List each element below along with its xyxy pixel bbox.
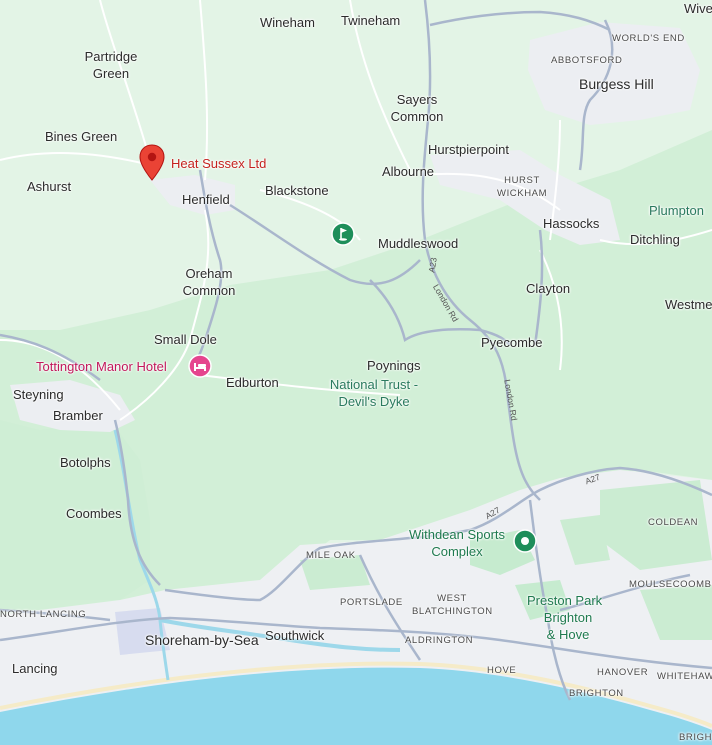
place-mile-oak[interactable]: MILE OAK [306,549,356,562]
golf-icon[interactable] [331,222,355,246]
place-west-blatchington[interactable]: WEST BLATCHINGTON [412,592,492,618]
place-brighton-corner[interactable]: BRIGHT [679,731,712,744]
place-hurstpierpoint[interactable]: Hurstpierpoint [428,141,509,158]
place-hurst-wickham[interactable]: HURST WICKHAM [497,174,547,200]
place-wineham[interactable]: Wineham [260,14,315,31]
place-ashurst[interactable]: Ashurst [27,178,71,195]
sports-venue-icon[interactable] [513,529,537,553]
place-hanover[interactable]: HANOVER [597,666,648,679]
place-henfield[interactable]: Henfield [182,191,230,208]
business-label-heat-sussex[interactable]: Heat Sussex Ltd [171,155,266,172]
place-sayers-common[interactable]: Sayers Common [386,91,448,125]
place-small-dole[interactable]: Small Dole [154,331,217,348]
place-blackstone[interactable]: Blackstone [265,182,329,199]
place-hassocks[interactable]: Hassocks [543,215,599,232]
place-moulsecoomb[interactable]: MOULSECOOMB [629,578,712,591]
place-oreham-common[interactable]: Oreham Common [179,265,239,299]
place-muddleswood[interactable]: Muddleswood [378,235,458,252]
place-edburton[interactable]: Edburton [226,374,279,391]
place-poynings[interactable]: Poynings [367,357,420,374]
place-worlds-end[interactable]: WORLD'S END [612,32,685,45]
place-plumpton[interactable]: Plumpton [649,202,704,219]
place-bramber[interactable]: Bramber [53,407,103,424]
hotel-label-tottington-manor[interactable]: Tottington Manor Hotel [36,358,167,375]
place-north-lancing[interactable]: NORTH LANCING [0,608,86,621]
place-abbotsford[interactable]: ABBOTSFORD [551,54,622,67]
place-albourne[interactable]: Albourne [382,163,434,180]
sports-label-withdean[interactable]: Withdean Sports Complex [404,526,510,560]
place-brighton-hove[interactable]: Brighton & Hove [538,609,598,643]
hotel-bed-icon[interactable] [188,354,212,378]
place-lancing[interactable]: Lancing [12,660,58,677]
place-westmeston[interactable]: Westme [665,296,712,313]
place-aldrington[interactable]: ALDRINGTON [405,634,473,647]
place-clayton[interactable]: Clayton [526,280,570,297]
place-wives[interactable]: Wive [684,0,712,17]
red-location-pin-icon[interactable] [139,144,165,182]
place-ditchling[interactable]: Ditchling [630,231,680,248]
place-southwick[interactable]: Southwick [265,627,324,644]
place-twineham[interactable]: Twineham [341,12,400,29]
place-partridge-green[interactable]: Partridge Green [80,48,142,82]
place-botolphs[interactable]: Botolphs [60,454,111,471]
place-portslade[interactable]: PORTSLADE [340,596,403,609]
place-bines-green[interactable]: Bines Green [45,128,117,145]
place-brighton[interactable]: BRIGHTON [569,687,624,700]
poi-devils-dyke[interactable]: National Trust - Devil's Dyke [322,376,426,410]
place-burgess-hill[interactable]: Burgess Hill [579,76,654,93]
place-whitehawk[interactable]: WHITEHAW [657,670,712,683]
place-coldean[interactable]: COLDEAN [648,516,698,529]
place-steyning[interactable]: Steyning [13,386,64,403]
place-coombes[interactable]: Coombes [66,505,122,522]
place-hove[interactable]: HOVE [487,664,516,677]
place-preston-park[interactable]: Preston Park [527,592,602,609]
place-shoreham-by-sea[interactable]: Shoreham-by-Sea [145,632,259,649]
place-pyecombe[interactable]: Pyecombe [481,334,542,351]
